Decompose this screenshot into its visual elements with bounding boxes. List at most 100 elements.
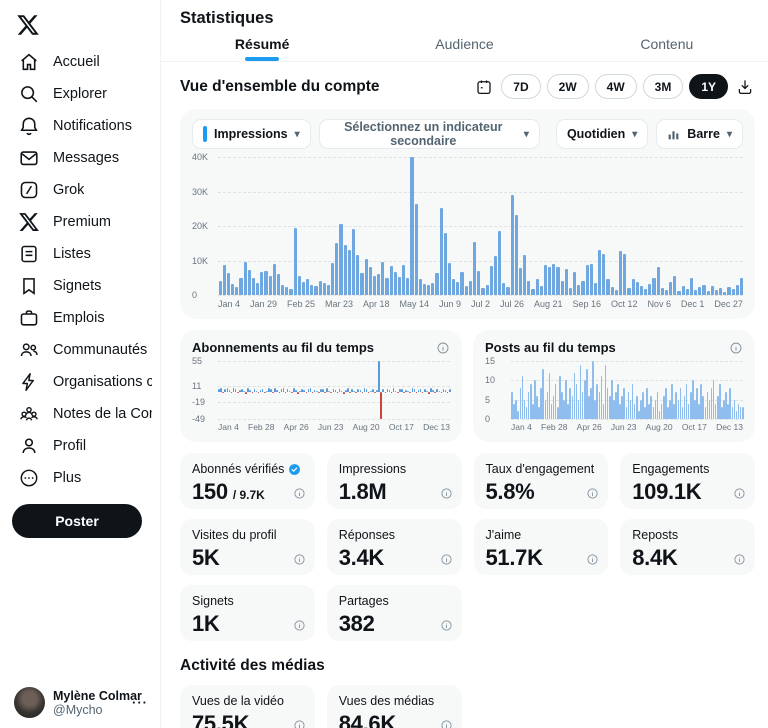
y-axis-labels: 40K30K20K10K0 bbox=[192, 157, 218, 295]
info-icon[interactable] bbox=[293, 487, 306, 500]
envelope-icon bbox=[18, 147, 40, 169]
stat-label: Partages bbox=[339, 594, 389, 608]
posts-plot[interactable] bbox=[511, 361, 743, 419]
range-controls: 7D 2W 4W 3M 1Y bbox=[473, 74, 756, 99]
info-icon[interactable] bbox=[729, 341, 743, 355]
sidebar-item-messages[interactable]: Messages bbox=[0, 142, 160, 174]
posts-chart-card: Posts au fil du temps 151050 Jan 4Feb 28… bbox=[473, 330, 755, 442]
range-2w-button[interactable]: 2W bbox=[547, 74, 589, 99]
info-icon[interactable] bbox=[436, 341, 450, 355]
info-icon[interactable] bbox=[733, 553, 746, 566]
info-icon[interactable] bbox=[440, 553, 453, 566]
sidebar-item-grok[interactable]: Grok bbox=[0, 174, 160, 206]
download-button[interactable] bbox=[734, 76, 756, 98]
impressions-plot[interactable] bbox=[218, 157, 743, 295]
sidebar-item-notifications[interactable]: Notifications bbox=[0, 110, 160, 142]
stat-value: 382 bbox=[339, 611, 375, 637]
sidebar-item-plus[interactable]: Plus bbox=[0, 462, 160, 494]
stat-card-9: Partages 382 bbox=[327, 585, 462, 641]
sidebar-nav: Accueil Explorer Notifications Messages … bbox=[0, 46, 160, 494]
followers-plot[interactable] bbox=[218, 361, 450, 419]
sidebar-item-explorer[interactable]: Explorer bbox=[0, 78, 160, 110]
stat-label: Signets bbox=[192, 594, 234, 608]
stat-value: 5.8% bbox=[486, 479, 535, 505]
sidebar-item-label: Notes de la Commu bbox=[53, 406, 152, 422]
range-7d-button[interactable]: 7D bbox=[501, 74, 540, 99]
stat-value-suffix: / 9.7K bbox=[233, 488, 265, 502]
verified-badge-icon bbox=[288, 463, 301, 476]
info-icon[interactable] bbox=[586, 487, 599, 500]
more-circle-icon bbox=[18, 467, 40, 489]
info-icon[interactable] bbox=[293, 719, 306, 728]
account-switcher[interactable]: Mylène Colmar @Mycho ··· bbox=[10, 683, 154, 722]
stat-label: J'aime bbox=[486, 528, 522, 542]
calendar-button[interactable] bbox=[473, 76, 495, 98]
x-analytics-app: Accueil Explorer Notifications Messages … bbox=[0, 0, 768, 728]
stat-value: 1K bbox=[192, 611, 220, 637]
range-4w-button[interactable]: 4W bbox=[595, 74, 637, 99]
stat-label: Reposts bbox=[632, 528, 678, 542]
stat-card-2: Taux d'engagement5.8% bbox=[474, 453, 609, 509]
sidebar-item-communautes[interactable]: Communautés bbox=[0, 334, 160, 366]
sidebar-item-notes-communaute[interactable]: Notes de la Commu bbox=[0, 398, 160, 430]
stat-value: 84.6K bbox=[339, 711, 396, 728]
metric-accent-bar bbox=[203, 126, 207, 142]
stat-card-1: Impressions 1.8M bbox=[327, 453, 462, 509]
impressions-chart-card: Impressions ▾ Sélectionnez un indicateur… bbox=[180, 109, 755, 319]
sidebar-item-label: Explorer bbox=[53, 86, 107, 102]
chart-type-dropdown[interactable]: Barre ▾ bbox=[656, 119, 743, 149]
info-icon[interactable] bbox=[586, 553, 599, 566]
info-icon[interactable] bbox=[733, 487, 746, 500]
page-title: Statistiques bbox=[161, 0, 768, 30]
range-3m-button[interactable]: 3M bbox=[643, 74, 684, 99]
sidebar-item-premium[interactable]: Premium bbox=[0, 206, 160, 238]
granularity-dropdown[interactable]: Quotidien ▾ bbox=[556, 119, 648, 149]
info-icon[interactable] bbox=[440, 487, 453, 500]
range-1y-button[interactable]: 1Y bbox=[689, 74, 728, 99]
primary-metric-dropdown[interactable]: Impressions ▾ bbox=[192, 119, 311, 149]
overview-header: Vue d'ensemble du compte 7D 2W 4W 3M 1Y bbox=[161, 62, 768, 109]
sidebar-item-listes[interactable]: Listes bbox=[0, 238, 160, 270]
tab-audience[interactable]: Audience bbox=[363, 30, 565, 61]
sidebar-item-label: Listes bbox=[53, 246, 91, 262]
active-tab-underline bbox=[245, 57, 279, 61]
sidebar-item-label: Signets bbox=[53, 278, 101, 294]
stat-value: 1.8M bbox=[339, 479, 387, 505]
chevron-down-icon: ▾ bbox=[295, 129, 300, 140]
account-more-icon[interactable]: ··· bbox=[130, 695, 150, 710]
sidebar-item-signets[interactable]: Signets bbox=[0, 270, 160, 302]
sidebar-item-label: Grok bbox=[53, 182, 84, 198]
sidebar-item-label: Plus bbox=[53, 470, 81, 486]
bell-icon bbox=[18, 115, 40, 137]
chevron-down-icon: ▾ bbox=[632, 129, 637, 140]
tab-label: Audience bbox=[435, 36, 493, 52]
granularity-label: Quotidien bbox=[567, 127, 625, 141]
sidebar-item-label: Communautés bbox=[53, 342, 147, 358]
followers-chart-card: Abonnements au fil du temps 5511-19-49 J… bbox=[180, 330, 462, 442]
media-card-0: Vues de la vidéo75.5K bbox=[180, 685, 315, 728]
sidebar-item-organisations-certifiees[interactable]: Organisations certi bbox=[0, 366, 160, 398]
stat-label: Impressions bbox=[339, 462, 406, 476]
stat-label: Engagements bbox=[632, 462, 709, 476]
stat-card-0: Abonnés vérifiés150/ 9.7K bbox=[180, 453, 315, 509]
media-grid: Vues de la vidéo75.5KVues des médias84.6… bbox=[180, 685, 755, 728]
info-icon[interactable] bbox=[293, 553, 306, 566]
info-icon[interactable] bbox=[440, 619, 453, 632]
sidebar-item-accueil[interactable]: Accueil bbox=[0, 46, 160, 78]
secondary-metric-dropdown[interactable]: Sélectionnez un indicateur secondaire ▾ bbox=[319, 119, 540, 149]
home-icon bbox=[18, 51, 40, 73]
sidebar-item-label: Accueil bbox=[53, 54, 100, 70]
post-button[interactable]: Poster bbox=[12, 504, 142, 538]
sidebar-item-profil[interactable]: Profil bbox=[0, 430, 160, 462]
bar-chart-icon bbox=[667, 128, 680, 141]
info-icon[interactable] bbox=[440, 719, 453, 728]
stat-card-4: Visites du profil5K bbox=[180, 519, 315, 575]
tab-resume[interactable]: Résumé bbox=[161, 30, 363, 61]
x-logo[interactable] bbox=[11, 8, 45, 42]
stat-label: Visites du profil bbox=[192, 528, 277, 542]
info-icon[interactable] bbox=[293, 619, 306, 632]
sidebar-item-emplois[interactable]: Emplois bbox=[0, 302, 160, 334]
x-logo-icon bbox=[16, 13, 40, 37]
tab-contenu[interactable]: Contenu bbox=[566, 30, 768, 61]
sidebar: Accueil Explorer Notifications Messages … bbox=[0, 0, 161, 728]
